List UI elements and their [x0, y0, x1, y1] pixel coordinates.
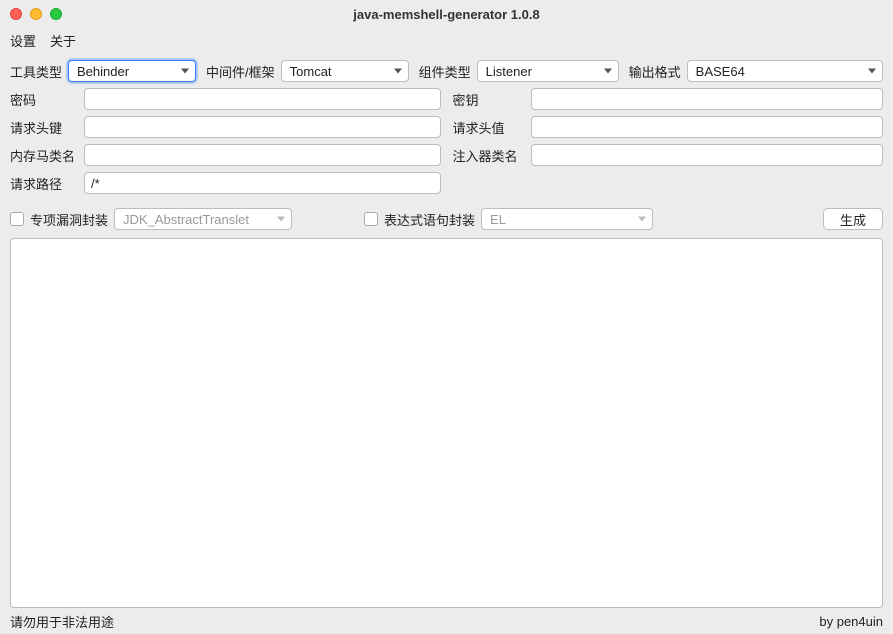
middleware-value: Tomcat [290, 64, 332, 79]
expr-wrap-checkbox[interactable] [364, 212, 378, 226]
titlebar: java-memshell-generator 1.0.8 [0, 0, 893, 28]
minimize-icon[interactable] [30, 8, 42, 20]
req-header-val-label: 请求头值 [453, 118, 525, 137]
generate-button[interactable]: 生成 [823, 208, 883, 230]
component-type-select[interactable]: Listener [477, 60, 619, 82]
vuln-wrap-select[interactable]: JDK_AbstractTranslet [114, 208, 292, 230]
req-header-val-input[interactable] [531, 116, 884, 138]
injector-class-label: 注入器类名 [453, 146, 525, 165]
chevron-down-icon [604, 69, 612, 74]
component-type-label: 组件类型 [419, 62, 471, 81]
secret-input[interactable] [531, 88, 884, 110]
injector-class-input[interactable] [531, 144, 884, 166]
secret-label: 密钥 [453, 90, 525, 109]
top-selectors-row: 工具类型 Behinder 中间件/框架 Tomcat 组件类型 Listene… [10, 60, 883, 82]
menubar: 设置 关于 [0, 28, 893, 52]
window-controls [0, 8, 62, 20]
menu-about[interactable]: 关于 [50, 31, 76, 50]
vuln-wrap-label: 专项漏洞封装 [30, 210, 108, 229]
middleware-label: 中间件/框架 [206, 62, 275, 81]
password-input[interactable] [84, 88, 441, 110]
output-format-select[interactable]: BASE64 [687, 60, 883, 82]
window-title: java-memshell-generator 1.0.8 [0, 7, 893, 22]
status-right: by pen4uin [819, 614, 883, 629]
memshell-class-input[interactable] [84, 144, 441, 166]
output-format-value: BASE64 [696, 64, 745, 79]
vuln-wrap-value: JDK_AbstractTranslet [123, 212, 249, 227]
tool-type-select[interactable]: Behinder [68, 60, 196, 82]
close-icon[interactable] [10, 8, 22, 20]
password-label: 密码 [10, 90, 78, 109]
request-path-label: 请求路径 [10, 174, 78, 193]
status-left: 请勿用于非法用途 [10, 612, 114, 631]
req-header-key-label: 请求头键 [10, 118, 78, 137]
output-textarea[interactable] [10, 238, 883, 608]
expr-wrap-label: 表达式语句封装 [384, 210, 475, 229]
expr-wrap-select[interactable]: EL [481, 208, 653, 230]
chevron-down-icon [868, 69, 876, 74]
statusbar: 请勿用于非法用途 by pen4uin [0, 612, 893, 634]
req-header-key-input[interactable] [84, 116, 441, 138]
request-path-input[interactable] [84, 172, 441, 194]
maximize-icon[interactable] [50, 8, 62, 20]
tool-type-value: Behinder [77, 64, 129, 79]
chevron-down-icon [277, 217, 285, 222]
output-format-label: 输出格式 [629, 62, 681, 81]
expr-wrap-value: EL [490, 212, 506, 227]
generate-button-label: 生成 [840, 210, 866, 229]
menu-settings[interactable]: 设置 [10, 31, 36, 50]
component-type-value: Listener [486, 64, 532, 79]
tool-type-label: 工具类型 [10, 62, 62, 81]
middleware-select[interactable]: Tomcat [281, 60, 409, 82]
chevron-down-icon [394, 69, 402, 74]
chevron-down-icon [638, 217, 646, 222]
memshell-class-label: 内存马类名 [10, 146, 78, 165]
chevron-down-icon [181, 69, 189, 74]
vuln-wrap-checkbox[interactable] [10, 212, 24, 226]
